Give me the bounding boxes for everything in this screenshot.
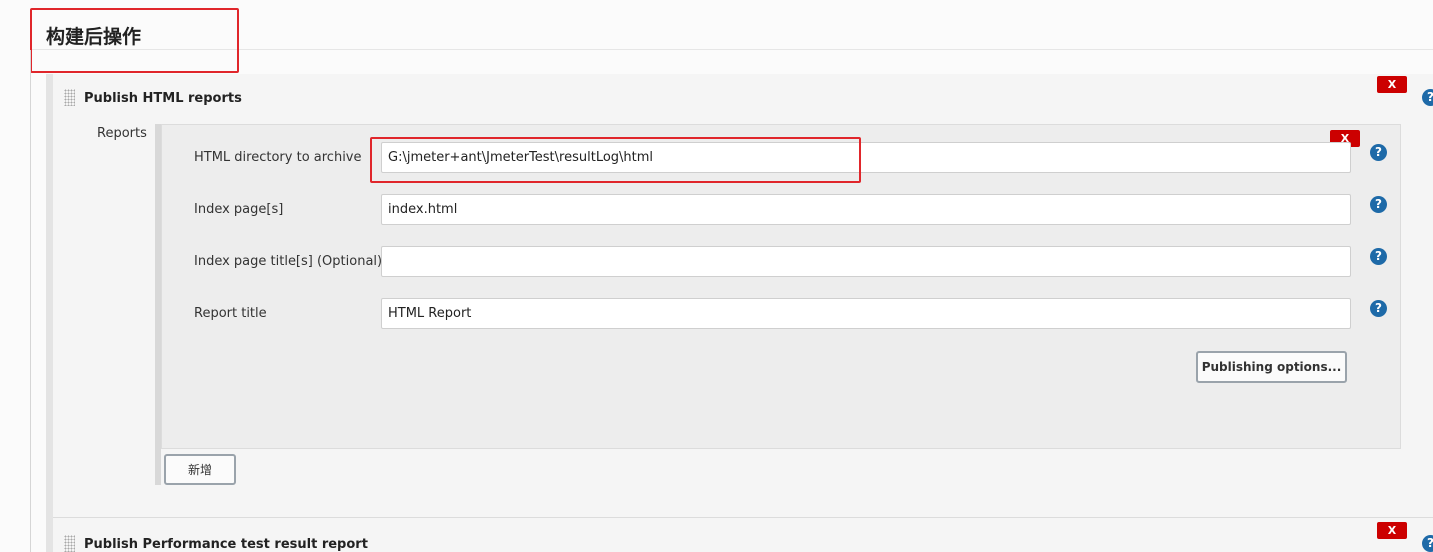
index-page-titles-label: Index page title[s] (Optional): [194, 254, 383, 269]
section-title: 构建后操作: [46, 26, 142, 48]
index-pages-help-icon[interactable]: ?: [1370, 196, 1387, 213]
title-divider: [30, 49, 1433, 50]
html-reports-delete-button[interactable]: X: [1377, 76, 1407, 93]
index-page-titles-help-icon[interactable]: ?: [1370, 248, 1387, 265]
panel-bottom-divider: [53, 517, 1433, 518]
add-report-button[interactable]: 新增: [164, 454, 236, 485]
html-reports-help-icon[interactable]: ?: [1422, 89, 1433, 106]
index-pages-label: Index page[s]: [194, 202, 284, 217]
report-title-input[interactable]: [381, 298, 1351, 329]
report-title-help-icon[interactable]: ?: [1370, 300, 1387, 317]
publishing-options-button[interactable]: Publishing options...: [1196, 351, 1347, 383]
index-pages-input[interactable]: [381, 194, 1351, 225]
index-page-titles-input[interactable]: [381, 246, 1351, 277]
outer-left-line: [30, 50, 31, 552]
performance-report-title: Publish Performance test result report: [84, 537, 368, 552]
reports-label: Reports: [97, 126, 147, 141]
performance-report-help-icon[interactable]: ?: [1422, 535, 1433, 552]
performance-report-delete-button[interactable]: X: [1377, 522, 1407, 539]
html-directory-help-icon[interactable]: ?: [1370, 144, 1387, 161]
html-directory-label: HTML directory to archive: [194, 150, 362, 165]
drag-handle-icon[interactable]: [64, 535, 75, 552]
report-title-label: Report title: [194, 306, 267, 321]
html-directory-input[interactable]: [381, 142, 1351, 173]
drag-handle-icon[interactable]: [64, 89, 75, 106]
html-reports-title: Publish HTML reports: [84, 91, 242, 106]
